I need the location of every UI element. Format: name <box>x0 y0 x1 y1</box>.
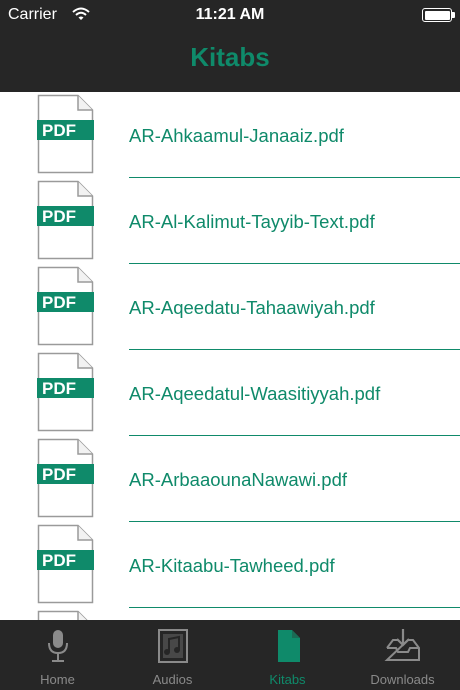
file-name: AR-Kitaabu-Tawheed.pdf <box>129 555 335 576</box>
battery-tip <box>452 12 455 18</box>
tab-home[interactable]: Home <box>0 620 115 690</box>
microphone-icon <box>0 626 115 666</box>
status-bar: Carrier 11:21 AM <box>0 0 460 30</box>
file-name: AR-ArbaaounaNawawi.pdf <box>129 469 348 490</box>
tab-label: Audios <box>152 672 193 687</box>
pdf-file-icon: PDF <box>37 352 94 432</box>
tab-label: Home <box>40 672 75 687</box>
list-item[interactable]: PDF AR-Aqeedatul-Waasitiyyah.pdf <box>0 350 460 436</box>
battery-icon <box>422 8 452 22</box>
tab-downloads[interactable]: Downloads <box>345 620 460 690</box>
pdf-file-icon: PDF <box>37 180 94 260</box>
top-bar: Carrier 11:21 AM Kitabs <box>0 0 460 92</box>
file-name: AR-Aqeedatul-Waasitiyyah.pdf <box>129 383 381 404</box>
pdf-badge-label: PDF <box>42 207 76 226</box>
pdf-badge-label: PDF <box>42 293 76 312</box>
tab-label: Downloads <box>370 672 435 687</box>
file-name: AR-Al-Kalimut-Tayyib-Text.pdf <box>129 211 375 232</box>
pdf-badge-label: PDF <box>42 551 76 570</box>
tab-bar: Home Audios Kitabs Downloads <box>0 620 460 690</box>
list-item-partial[interactable] <box>0 608 460 620</box>
page-title: Kitabs <box>190 42 270 72</box>
list-item[interactable]: PDF AR-Ahkaamul-Janaaiz.pdf <box>0 92 460 178</box>
music-note-icon <box>115 626 230 666</box>
pdf-file-icon: PDF <box>37 266 94 346</box>
tab-label: Kitabs <box>269 672 306 687</box>
pdf-file-icon: PDF <box>37 524 94 604</box>
tab-audios[interactable]: Audios <box>115 620 230 690</box>
document-icon <box>230 626 345 666</box>
tab-kitabs[interactable]: Kitabs <box>230 620 345 690</box>
pdf-badge-label: PDF <box>42 121 76 140</box>
pdf-badge-label: PDF <box>42 465 76 484</box>
file-list[interactable]: PDF AR-Ahkaamul-Janaaiz.pdf PDF AR-Al-Ka… <box>0 92 460 620</box>
list-item[interactable]: PDF AR-Al-Kalimut-Tayyib-Text.pdf <box>0 178 460 264</box>
download-tray-icon <box>345 626 460 666</box>
list-item[interactable]: PDF AR-ArbaaounaNawawi.pdf <box>0 436 460 522</box>
pdf-file-icon <box>37 610 94 620</box>
file-name: AR-Aqeedatu-Tahaawiyah.pdf <box>129 297 375 318</box>
status-time: 11:21 AM <box>195 6 265 23</box>
pdf-badge-label: PDF <box>42 379 76 398</box>
pdf-file-icon: PDF <box>37 94 94 174</box>
list-item[interactable]: PDF AR-Kitaabu-Tawheed.pdf <box>0 522 460 608</box>
pdf-file-icon: PDF <box>37 438 94 518</box>
file-name: AR-Ahkaamul-Janaaiz.pdf <box>129 125 344 146</box>
list-item[interactable]: PDF AR-Aqeedatu-Tahaawiyah.pdf <box>0 264 460 350</box>
